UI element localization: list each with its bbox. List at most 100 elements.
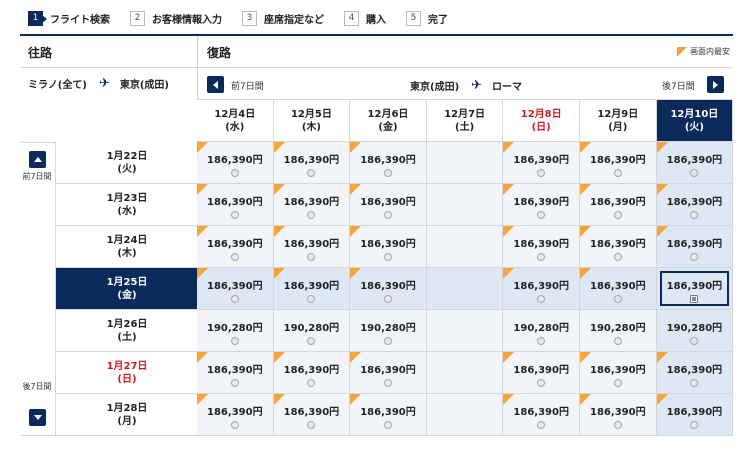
prev-week-outbound-label[interactable]: 前7日間 [20,171,54,183]
fare-cell[interactable]: 186,390円 [197,226,274,268]
fare-cell[interactable]: 190,280円 [503,310,580,352]
fare-radio[interactable] [383,379,392,387]
fare-cell[interactable]: 186,390円 [350,268,427,310]
fare-cell[interactable]: 186,390円 [273,352,351,394]
fare-cell[interactable]: 186,390円 [273,394,351,436]
fare-cell[interactable]: 186,390円 [197,142,274,184]
fare-radio[interactable] [613,421,622,429]
outbound-date-header[interactable]: 1月24日 (木) [55,226,198,268]
fare-radio[interactable] [537,379,546,387]
fare-cell[interactable]: 186,390円 [656,352,734,394]
fare-cell[interactable]: 186,390円 [580,226,657,268]
fare-cell[interactable]: 186,390円 [580,352,657,394]
fare-cell[interactable]: 186,390円 [580,394,657,436]
fare-radio[interactable] [690,379,699,387]
fare-cell[interactable]: 190,280円 [273,310,351,352]
fare-radio[interactable] [613,253,622,261]
fare-cell[interactable]: 186,390円 [656,394,734,436]
outbound-date-header[interactable]: 1月22日 (火) [55,142,198,184]
fare-cell[interactable]: 186,390円 [503,226,580,268]
next-week-outbound-label[interactable]: 後7日間 [20,381,54,393]
fare-radio[interactable] [613,211,622,219]
fare-cell[interactable]: 186,390円 [350,394,427,436]
fare-radio[interactable] [307,169,316,177]
fare-cell[interactable]: 186,390円 [350,352,427,394]
fare-radio[interactable] [230,337,239,345]
fare-radio[interactable] [383,421,392,429]
return-date-header[interactable]: 12月5日 (木) [273,100,351,142]
fare-radio[interactable] [230,295,239,303]
outbound-date-header[interactable]: 1月26日 (土) [55,310,198,352]
fare-radio[interactable] [690,253,699,261]
fare-radio[interactable] [537,169,546,177]
return-date-header[interactable]: 12月10日 (火) [656,100,734,142]
fare-radio[interactable] [690,169,699,177]
fare-radio[interactable] [383,337,392,345]
outbound-date-header[interactable]: 1月25日 (金) [55,268,198,310]
fare-radio[interactable] [690,211,699,219]
fare-cell[interactable]: 186,390円 [503,184,580,226]
return-date-header[interactable]: 12月7日 (土) [426,100,504,142]
fare-radio[interactable] [613,169,622,177]
fare-radio[interactable] [690,295,699,303]
fare-cell[interactable]: 186,390円 [656,268,734,310]
return-date-header[interactable]: 12月6日 (金) [350,100,427,142]
fare-cell[interactable]: 186,390円 [197,394,274,436]
fare-cell[interactable]: 186,390円 [197,268,274,310]
fare-radio[interactable] [230,379,239,387]
fare-cell[interactable]: 186,390円 [503,268,580,310]
fare-cell[interactable]: 186,390円 [273,226,351,268]
fare-radio[interactable] [307,379,316,387]
fare-cell[interactable]: 186,390円 [197,184,274,226]
fare-radio[interactable] [307,337,316,345]
fare-radio[interactable] [307,253,316,261]
fare-radio[interactable] [613,337,622,345]
fare-cell[interactable]: 190,280円 [350,310,427,352]
fare-radio[interactable] [230,169,239,177]
fare-radio[interactable] [537,337,546,345]
fare-radio[interactable] [690,337,699,345]
return-date-header[interactable]: 12月4日 (水) [197,100,274,142]
fare-radio[interactable] [613,379,622,387]
fare-radio[interactable] [383,169,392,177]
fare-cell[interactable]: 190,280円 [197,310,274,352]
outbound-date-header[interactable]: 1月28日 (月) [55,394,198,436]
fare-cell[interactable]: 186,390円 [273,268,351,310]
fare-radio[interactable] [383,253,392,261]
fare-radio[interactable] [537,253,546,261]
fare-cell[interactable]: 186,390円 [580,268,657,310]
fare-radio[interactable] [690,421,699,429]
fare-cell[interactable]: 186,390円 [656,142,734,184]
fare-cell[interactable]: 186,390円 [197,352,274,394]
fare-radio[interactable] [613,295,622,303]
next-week-button[interactable] [707,76,724,93]
fare-cell[interactable]: 186,390円 [503,142,580,184]
fare-cell[interactable]: 186,390円 [656,184,734,226]
fare-cell[interactable]: 186,390円 [503,352,580,394]
fare-radio[interactable] [307,421,316,429]
next-week-label[interactable]: 後7日間 [662,79,695,92]
fare-cell[interactable]: 190,280円 [656,310,734,352]
fare-cell[interactable]: 186,390円 [503,394,580,436]
prev-week-outbound-button[interactable] [29,151,46,168]
outbound-date-header[interactable]: 1月27日 (日) [55,352,198,394]
prev-week-button[interactable] [207,76,224,93]
fare-cell[interactable]: 186,390円 [350,184,427,226]
fare-radio[interactable] [537,421,546,429]
fare-cell[interactable]: 186,390円 [656,226,734,268]
fare-cell[interactable]: 186,390円 [350,142,427,184]
next-week-outbound-button[interactable] [29,409,46,426]
return-date-header[interactable]: 12月8日 (日) [503,100,580,142]
fare-radio[interactable] [307,295,316,303]
fare-radio[interactable] [383,211,392,219]
fare-radio[interactable] [537,211,546,219]
fare-radio[interactable] [537,295,546,303]
fare-radio[interactable] [230,211,239,219]
return-date-header[interactable]: 12月9日 (月) [580,100,657,142]
fare-cell[interactable]: 186,390円 [350,226,427,268]
fare-cell[interactable]: 190,280円 [580,310,657,352]
fare-radio[interactable] [307,211,316,219]
fare-cell[interactable]: 186,390円 [273,142,351,184]
outbound-date-header[interactable]: 1月23日 (水) [55,184,198,226]
fare-cell[interactable]: 186,390円 [580,142,657,184]
